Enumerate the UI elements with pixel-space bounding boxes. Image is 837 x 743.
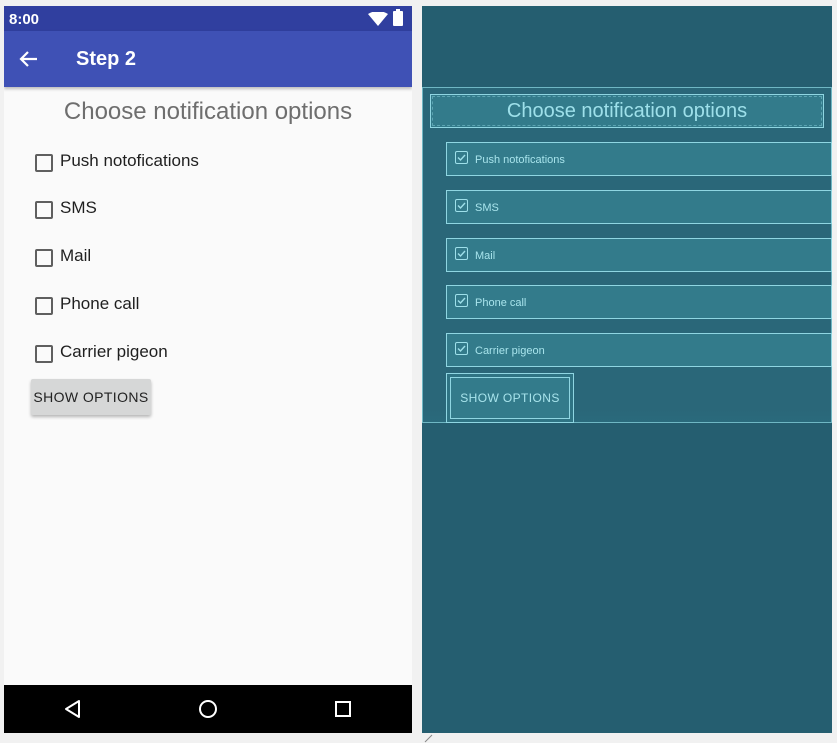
blueprint-option-label: SMS: [475, 202, 499, 214]
option-mail[interactable]: Mail: [34, 243, 394, 273]
blueprint-option-label: Phone call: [475, 297, 527, 309]
blueprint-option[interactable]: Push notofications: [446, 142, 832, 176]
design-preview: 8:00 Step 2 Choose notification options …: [4, 6, 412, 733]
show-options-button[interactable]: SHOW OPTIONS: [31, 379, 151, 415]
home-circle-icon[interactable]: [196, 697, 220, 721]
arrow-back-icon[interactable]: [18, 48, 40, 70]
option-label: SMS: [60, 198, 97, 217]
checkbox[interactable]: [35, 154, 53, 172]
blueprint-preview: Choose notification options Push notofic…: [422, 6, 832, 733]
blueprint-option-label: Push notofications: [475, 154, 565, 166]
blueprint-heading[interactable]: Choose notification options: [430, 94, 824, 128]
system-nav-bar: [4, 685, 412, 733]
checkbox-icon: [455, 199, 468, 212]
checkbox-icon: [455, 247, 468, 260]
option-label: Phone call: [60, 294, 140, 313]
blueprint-show-options-button[interactable]: SHOW OPTIONS: [446, 373, 574, 423]
option-push-notifications[interactable]: Push notofications: [34, 148, 394, 178]
app-bar-title: Step 2: [76, 48, 137, 70]
option-phone-call[interactable]: Phone call: [34, 291, 394, 321]
status-time: 8:00: [9, 11, 40, 28]
option-sms[interactable]: SMS: [34, 195, 394, 225]
checkbox[interactable]: [35, 297, 53, 315]
battery-icon: [393, 9, 403, 26]
recents-square-icon[interactable]: [331, 697, 355, 721]
resize-handle-icon[interactable]: [424, 733, 434, 743]
blueprint-option-label: Mail: [475, 250, 496, 262]
option-carrier-pigeon[interactable]: Carrier pigeon: [34, 339, 394, 369]
checkbox[interactable]: [35, 345, 53, 363]
checkbox-icon: [455, 294, 468, 307]
option-label: Push notofications: [60, 151, 199, 170]
checkbox-icon: [455, 151, 468, 164]
back-triangle-icon[interactable]: [61, 697, 85, 721]
blueprint-option[interactable]: Phone call: [446, 285, 832, 319]
checkbox[interactable]: [35, 249, 53, 267]
option-label: Carrier pigeon: [60, 342, 168, 361]
blueprint-option[interactable]: SMS: [446, 190, 832, 224]
checkbox[interactable]: [35, 201, 53, 219]
checkbox-icon: [455, 342, 468, 355]
blueprint-option-label: Carrier pigeon: [475, 345, 545, 357]
blueprint-option[interactable]: Mail: [446, 238, 832, 272]
blueprint-option[interactable]: Carrier pigeon: [446, 333, 832, 367]
option-label: Mail: [60, 246, 92, 265]
status-bar: 8:00: [4, 6, 412, 31]
page-title: Choose notification options: [63, 98, 353, 125]
wifi-icon: [368, 12, 388, 26]
app-bar: Step 2: [4, 31, 412, 87]
blueprint-button-label: SHOW OPTIONS: [450, 377, 570, 419]
